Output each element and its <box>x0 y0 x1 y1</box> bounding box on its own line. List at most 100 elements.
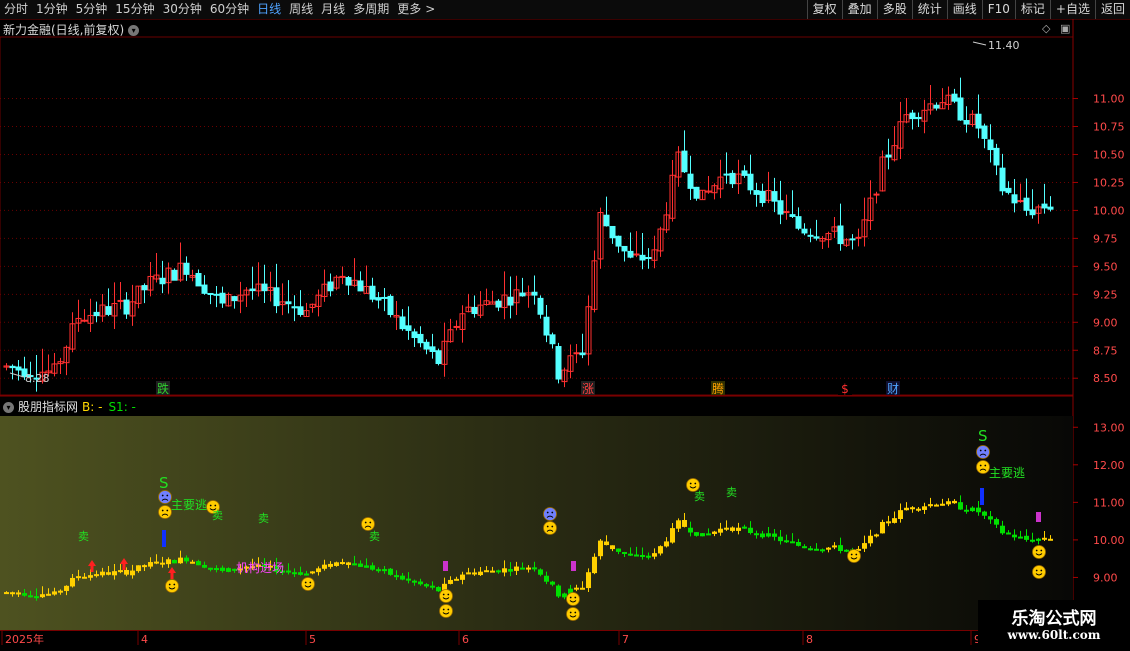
candle-body[interactable] <box>195 273 202 287</box>
candle-body[interactable] <box>855 236 862 239</box>
candle-body[interactable] <box>1029 209 1036 216</box>
indicator-bar[interactable] <box>886 521 891 524</box>
candle-body[interactable] <box>729 172 736 185</box>
candle-body[interactable] <box>141 285 148 291</box>
indicator-bar[interactable] <box>652 553 657 557</box>
candle-body[interactable] <box>81 319 88 322</box>
candle-body[interactable] <box>417 333 424 344</box>
indicator-bar[interactable] <box>994 519 999 525</box>
indicator-bar[interactable] <box>550 581 555 585</box>
indicator-bar[interactable] <box>682 520 687 527</box>
candle-body[interactable] <box>579 352 586 356</box>
indicator-bar[interactable] <box>322 564 327 569</box>
indicator-bar[interactable] <box>388 568 393 575</box>
indicator-bar[interactable] <box>532 567 537 570</box>
indicator-bar[interactable] <box>934 504 939 507</box>
indicator-bar[interactable] <box>142 565 147 568</box>
candle-body[interactable] <box>471 306 478 315</box>
indicator-bar[interactable] <box>166 559 171 565</box>
indicator-bar[interactable] <box>94 574 99 577</box>
indicator-bar[interactable] <box>160 562 165 565</box>
candle-body[interactable] <box>741 170 748 176</box>
candle-body[interactable] <box>1047 206 1054 210</box>
indicator-bar[interactable] <box>718 528 723 533</box>
indicator-bar[interactable] <box>376 569 381 572</box>
indicator-bar[interactable] <box>58 590 63 593</box>
candle-body[interactable] <box>789 214 796 217</box>
candle-body[interactable] <box>429 346 436 352</box>
indicator-bar[interactable] <box>796 541 801 546</box>
candle-body[interactable] <box>327 281 334 292</box>
candle-body[interactable] <box>783 211 790 214</box>
candle-body[interactable] <box>183 262 190 275</box>
indicator-bar[interactable] <box>838 545 843 552</box>
candle-body[interactable] <box>1017 200 1024 203</box>
candle-body[interactable] <box>1005 187 1012 193</box>
candle-body[interactable] <box>105 306 112 315</box>
chevron-down-icon[interactable]: ▾ <box>3 402 14 413</box>
candle-body[interactable] <box>117 299 124 302</box>
candle-body[interactable] <box>531 291 538 296</box>
candle-body[interactable] <box>519 292 526 297</box>
indicator-bar[interactable] <box>370 565 375 570</box>
event-marker[interactable]: 腾 <box>712 381 724 396</box>
indicator-bar[interactable] <box>178 557 183 564</box>
candle-body[interactable] <box>837 225 844 245</box>
indicator-bar[interactable] <box>400 575 405 580</box>
indicator-bar[interactable] <box>814 548 819 551</box>
candle-body[interactable] <box>933 104 940 109</box>
indicator-bar[interactable] <box>862 543 867 549</box>
indicator-bar[interactable] <box>676 520 681 529</box>
candle-body[interactable] <box>375 297 382 301</box>
indicator-bar[interactable] <box>616 548 621 552</box>
candle-body[interactable] <box>123 299 130 315</box>
candle-body[interactable] <box>621 245 628 252</box>
candle-body[interactable] <box>213 293 220 296</box>
indicator-bar[interactable] <box>976 507 981 513</box>
indicator-bar[interactable] <box>868 535 873 544</box>
indicator-bar[interactable] <box>118 570 123 573</box>
indicator-bar[interactable] <box>526 567 531 570</box>
indicator-bar[interactable] <box>844 549 849 552</box>
indicator-bar[interactable] <box>40 594 45 598</box>
indicator-bar[interactable] <box>604 541 609 546</box>
indicator-bar[interactable] <box>988 516 993 520</box>
indicator-bar[interactable] <box>832 545 837 548</box>
candle-body[interactable] <box>159 277 166 285</box>
indicator-bar[interactable] <box>958 502 963 510</box>
indicator-bar[interactable] <box>724 527 729 530</box>
candle-body[interactable] <box>339 275 346 278</box>
indicator-bar[interactable] <box>946 501 951 505</box>
indicator-bar[interactable] <box>730 527 735 531</box>
indicator-bar[interactable] <box>1024 535 1029 540</box>
indicator-bar[interactable] <box>406 578 411 581</box>
indicator-bar[interactable] <box>688 527 693 533</box>
indicator-bar[interactable] <box>592 556 597 574</box>
candle-body[interactable] <box>537 297 544 315</box>
candle-body[interactable] <box>723 173 730 176</box>
indicator-bar[interactable] <box>130 570 135 576</box>
indicator-bar[interactable] <box>286 570 291 573</box>
candle-body[interactable] <box>957 97 964 121</box>
candle-body[interactable] <box>405 325 412 331</box>
candle-body[interactable] <box>1011 194 1018 204</box>
indicator-bar[interactable] <box>340 562 345 565</box>
candle-body[interactable] <box>1041 203 1048 209</box>
indicator-bar[interactable] <box>412 580 417 583</box>
indicator-bar[interactable] <box>808 548 813 551</box>
candle-body[interactable] <box>747 173 754 191</box>
indicator-bar[interactable] <box>106 572 111 575</box>
indicator-bar[interactable] <box>310 571 315 574</box>
indicator-bar[interactable] <box>1036 538 1041 541</box>
indicator-bar[interactable] <box>622 551 627 554</box>
indicator-bar[interactable] <box>4 592 9 595</box>
indicator-bar[interactable] <box>502 568 507 573</box>
candle-body[interactable] <box>609 225 616 239</box>
indicator-bar[interactable] <box>766 533 771 537</box>
indicator-bar[interactable] <box>910 507 915 510</box>
indicator-bar[interactable] <box>778 536 783 542</box>
indicator-bar[interactable] <box>190 561 195 564</box>
indicator-bar[interactable] <box>316 568 321 573</box>
candle-body[interactable] <box>681 150 688 173</box>
indicator-bar[interactable] <box>418 581 423 585</box>
